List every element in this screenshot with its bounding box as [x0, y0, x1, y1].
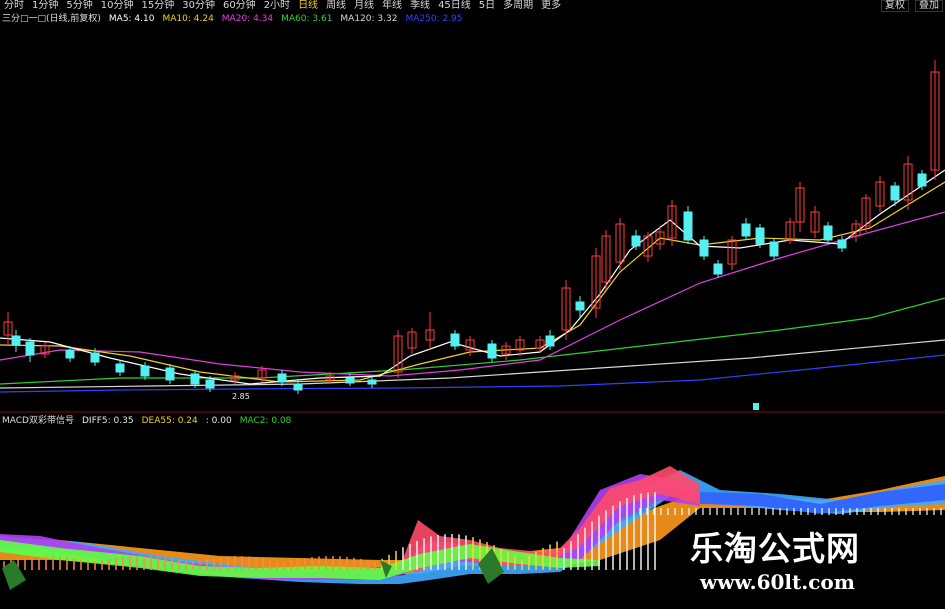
low-price-label: 2.85 — [232, 392, 250, 401]
candle-body — [11, 335, 21, 346]
candle-body — [65, 349, 75, 359]
candle-body — [917, 173, 927, 187]
watermark: 乐淘公式网 www.60lt.com — [690, 530, 915, 602]
candle-body — [699, 239, 709, 257]
dea-value: DEA55: 0.24 — [141, 416, 198, 426]
marker-square — [753, 403, 759, 410]
candle-body — [823, 225, 833, 241]
watermark-title: 乐淘公式网 — [690, 529, 860, 568]
macd-title: MACD双彩带信号 — [2, 416, 74, 426]
zero-value: : 0.00 — [205, 416, 232, 426]
candle-body — [345, 377, 355, 384]
candle-body — [450, 333, 460, 347]
candle-body — [293, 383, 303, 391]
ribbon-wedge — [2, 560, 26, 590]
candle-body — [140, 365, 150, 377]
candle-body — [115, 363, 125, 373]
candle-body — [190, 373, 200, 385]
candle-body — [205, 379, 215, 389]
candle-body — [545, 335, 555, 347]
candle-body — [890, 185, 900, 201]
mac2-value: MAC2: 0.08 — [239, 416, 292, 426]
macd-legend: MACD双彩带信号 DIFF5: 0.35 DEA55: 0.24 : 0.00… — [2, 415, 299, 427]
candle-body — [713, 263, 723, 275]
candle-body — [631, 235, 641, 247]
watermark-url: www.60lt.com — [700, 570, 855, 594]
candle-body — [575, 301, 585, 311]
candle-body — [755, 227, 765, 245]
candle-body — [837, 239, 847, 249]
diff-value: DIFF5: 0.35 — [81, 416, 134, 426]
candle-body — [25, 341, 35, 356]
candle-body — [367, 379, 377, 385]
candle-body — [683, 211, 693, 241]
candle-body — [769, 241, 779, 257]
candlestick-chart[interactable]: 2.85 — [0, 0, 945, 609]
candle-body — [90, 352, 100, 363]
candle-body — [165, 367, 175, 381]
candle-body — [741, 223, 751, 237]
candle-body — [487, 343, 497, 359]
candle-body — [277, 373, 287, 383]
